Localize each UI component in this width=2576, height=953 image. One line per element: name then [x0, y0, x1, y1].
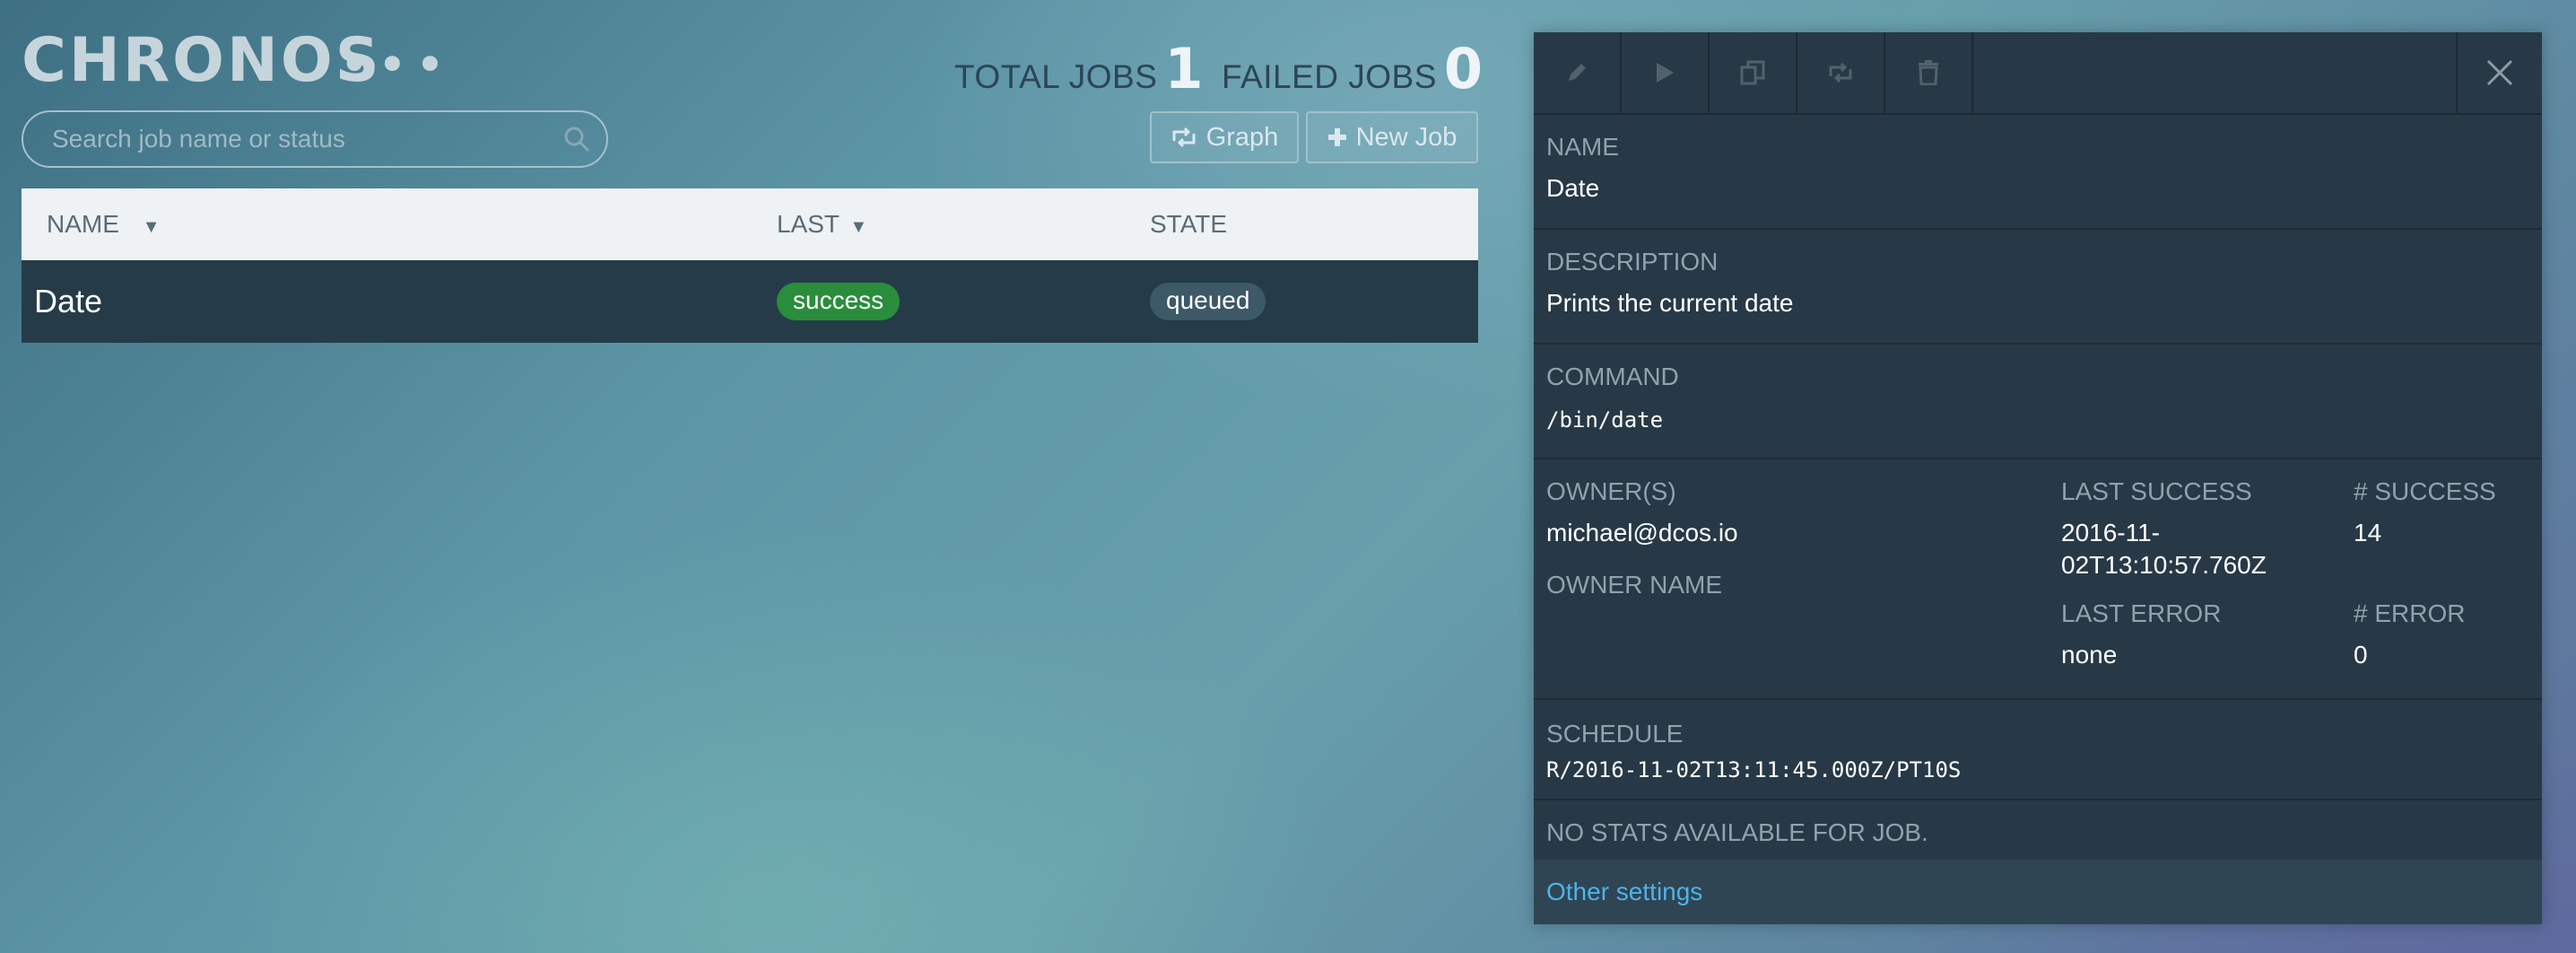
no-stats-message: NO STATS AVAILABLE FOR JOB. [1546, 818, 1928, 846]
copy-button[interactable] [1710, 32, 1797, 113]
magnifier-icon[interactable] [563, 126, 590, 153]
schedule-value: R/2016-11-02T13:11:45.000Z/PT10S [1546, 757, 1962, 783]
name-section: NAME Date [1534, 115, 2542, 230]
last-error-value: none [2061, 641, 2118, 669]
failed-jobs-stat: FAILED JOBS 0 [1222, 36, 1483, 101]
description-section: DESCRIPTION Prints the current date [1534, 230, 2542, 345]
column-header-name-label: NAME [47, 210, 119, 238]
new-job-button[interactable]: New Job [1306, 111, 1478, 163]
success-count-label: # SUCCESS [2354, 477, 2496, 505]
trash-icon [1919, 60, 1938, 85]
app-logo[interactable]: CHRONOS [22, 27, 382, 95]
pencil-icon [1569, 64, 1586, 81]
column-header-state[interactable]: STATE [1150, 210, 1227, 239]
success-count-value: 14 [2354, 519, 2382, 546]
graph-button-label: Graph [1205, 122, 1279, 152]
new-job-button-label: New Job [1355, 122, 1458, 152]
total-jobs-label: TOTAL JOBS [954, 58, 1158, 95]
last-success-line2: 02T13:10:57.760Z [2061, 551, 2267, 579]
total-jobs-value: 1 [1164, 36, 1204, 101]
stats-section: NO STATS AVAILABLE FOR JOB. [1534, 800, 2542, 865]
owners-label: OWNER(S) [1546, 477, 1676, 505]
panel-toolbar [1534, 32, 2542, 115]
play-icon [1657, 63, 1674, 83]
table-row[interactable]: Date success queued [22, 260, 1478, 343]
edit-button[interactable] [1534, 32, 1622, 113]
state-cell: queued [1150, 283, 1266, 320]
schedule-label: SCHEDULE [1546, 720, 1684, 748]
description-label: DESCRIPTION [1546, 248, 1719, 275]
retry-button[interactable] [1797, 32, 1885, 113]
column-header-last-label: LAST [777, 210, 840, 238]
sort-down-icon: ▼ [142, 217, 161, 237]
sort-down-icon: ▼ [849, 217, 868, 237]
column-header-state-label: STATE [1150, 210, 1228, 238]
search-input[interactable] [23, 124, 563, 154]
close-panel-button[interactable] [2456, 32, 2542, 113]
owner-stats-section: OWNER(S) michael@dcos.io OWNER NAME LAST… [1534, 459, 2542, 700]
column-header-last[interactable]: LAST ▼ [777, 210, 867, 239]
description-value: Prints the current date [1546, 289, 1794, 317]
owners-value: michael@dcos.io [1546, 519, 1738, 546]
column-header-name[interactable]: NAME ▼ [47, 210, 160, 239]
search-box [22, 110, 608, 168]
command-section: COMMAND /bin/date [1534, 345, 2542, 459]
failed-jobs-value: 0 [1443, 36, 1484, 101]
status-badge-queued: queued [1150, 283, 1266, 320]
last-status-cell: success [777, 283, 901, 320]
last-success-label: LAST SUCCESS [2061, 477, 2252, 505]
failed-jobs-label: FAILED JOBS [1222, 58, 1437, 95]
graph-button[interactable]: Graph [1150, 111, 1299, 163]
copy-icon [1740, 60, 1765, 85]
name-label: NAME [1546, 133, 1619, 161]
command-value: /bin/date [1546, 407, 1664, 433]
total-jobs-stat: TOTAL JOBS 1 [954, 36, 1204, 101]
job-detail-panel: NAME Date DESCRIPTION Prints the current… [1534, 32, 2542, 924]
schedule-section: SCHEDULE R/2016-11-02T13:11:45.000Z/PT10… [1534, 700, 2542, 800]
last-error-label: LAST ERROR [2061, 599, 2222, 627]
retweet-icon [1829, 62, 1852, 83]
other-settings-link[interactable]: Other settings [1534, 860, 2542, 924]
table-header: NAME ▼ LAST ▼ STATE [22, 188, 1478, 260]
error-count-label: # ERROR [2354, 599, 2466, 627]
status-badge-success: success [777, 283, 901, 320]
menu-dots-icon[interactable]: ••• [339, 39, 453, 91]
delete-button[interactable] [1885, 32, 1973, 113]
plus-icon [1327, 128, 1346, 146]
close-icon [2486, 59, 2513, 86]
job-name[interactable]: Date [34, 283, 102, 320]
command-label: COMMAND [1546, 363, 1679, 390]
jobs-table: NAME ▼ LAST ▼ STATE Date success queued [22, 188, 1478, 343]
error-count-value: 0 [2354, 641, 2368, 669]
name-value: Date [1546, 174, 1600, 202]
run-button[interactable] [1622, 32, 1710, 113]
retweet-icon [1172, 127, 1196, 148]
last-success-line1: 2016-11- [2061, 519, 2161, 546]
owner-name-label: OWNER NAME [1546, 571, 1722, 599]
